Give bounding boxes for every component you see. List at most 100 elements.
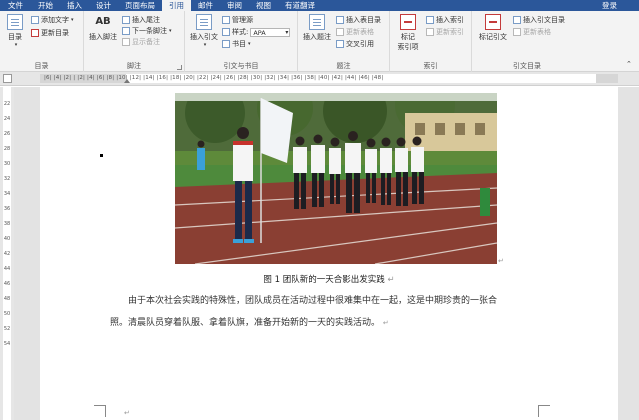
update-figures-table-label: 更新表格 [346,28,374,36]
group-toa: 标记引文 插入引文目录 更新表格 引文目录 [472,11,582,72]
chevron-down-icon: ▾ [14,42,18,48]
vruler-mark: 40 [3,236,11,242]
manage-sources-button[interactable]: 管理源 [222,15,253,25]
figure-caption-text: 图 1 团队新的一天合影出发实践 [263,275,385,285]
insert-citation-button[interactable]: 插入引文 ▾ [188,14,220,48]
toc-button[interactable]: 目录 ▾ [3,14,27,48]
update-toc-icon [31,29,39,37]
style-icon [222,28,230,36]
indent-marker[interactable] [124,79,130,83]
vruler-mark: 44 [3,266,11,272]
ruler-scale: |6| |4| |2| | |2| |4| |6| |8| |10| |12| … [44,75,384,81]
update-toc-button[interactable]: 更新目录 [31,28,69,38]
cross-reference-button[interactable]: 交叉引用 [336,39,374,49]
next-footnote-button[interactable]: 下一条脚注 ▾ [122,26,172,36]
ruler-track[interactable]: |6| |4| |2| | |2| |4| |6| |8| |10| |12| … [40,74,618,83]
caption-icon [309,14,325,30]
tab-mailings[interactable]: 邮件 [191,0,220,11]
insert-toa-icon [513,16,521,24]
bibliography-icon [222,40,230,48]
mark-citation-label: 标记引文 [479,33,507,41]
team-photo-image [175,93,497,264]
update-figures-table-button[interactable]: 更新表格 [336,27,374,37]
footnotes-dialog-launcher[interactable] [177,65,182,70]
tab-selector[interactable] [3,74,12,83]
citation-style-control: 样式: APA [222,27,291,37]
insert-toa-button[interactable]: 插入引文目录 [513,15,565,25]
insert-endnote-button[interactable]: 插入尾注 [122,15,160,25]
chevron-down-icon: ▾ [203,42,207,48]
table-of-figures-icon [336,16,344,24]
group-footnotes: AB 插入脚注 插入尾注 下一条脚注 ▾ 显示备注 脚注 [84,11,185,72]
figure-caption: 图 1 团队新的一天合影出发实践 ↵ [40,273,618,285]
update-index-label: 更新索引 [436,28,464,36]
insert-index-button[interactable]: 插入索引 [426,15,464,25]
insert-table-of-figures-button[interactable]: 插入表目录 [336,15,381,25]
insert-caption-button[interactable]: 插入题注 [301,14,333,42]
mark-entry-label-2: 索引项 [397,43,419,51]
paragraph-line-2: 照。清晨队员穿着队服、拿着队旗，准备开始新的一天的实践活动。 ↵ [110,316,550,331]
update-toa-icon [513,28,521,36]
insert-footnote-button[interactable]: AB 插入脚注 [86,14,120,42]
mark-citation-button[interactable]: 标记引文 [475,14,511,42]
add-text-button[interactable]: 添加文字 ▾ [31,15,74,25]
citation-icon [196,14,212,30]
group-label-footnotes: 脚注 [127,62,141,70]
manage-sources-icon [222,16,230,24]
show-notes-label: 显示备注 [132,38,160,46]
insert-table-of-figures-label: 插入表目录 [346,16,381,24]
next-footnote-label: 下一条脚注 [132,27,167,35]
update-table-icon [336,28,344,36]
add-text-label: 添加文字 [41,16,69,24]
vruler-mark: 32 [3,176,11,182]
bibliography-button[interactable]: 书目 ▾ [222,39,251,49]
vruler-mark: 48 [3,296,11,302]
vruler-mark: 52 [3,326,11,332]
insert-index-label: 插入索引 [436,16,464,24]
bibliography-label: 书目 [232,40,246,48]
vertical-ruler-track[interactable]: 22 24 26 28 30 32 34 36 38 40 42 44 46 4… [3,87,11,420]
signin-link[interactable]: 登录 [595,0,639,11]
mark-entry-button[interactable]: 标记 索引项 [393,14,423,52]
mark-entry-label-1: 标记 [401,33,415,41]
document-page[interactable]: ↵ 图 1 团队新的一天合影出发实践 ↵ 由于本次社会实践的特殊性，团队成员在活… [40,87,618,420]
insert-citation-label: 插入引文 [190,33,218,41]
citation-style-select[interactable]: APA [250,27,291,37]
insert-toa-label: 插入引文目录 [523,16,565,24]
collapse-ribbon-icon[interactable]: ⌃ [626,59,632,69]
tab-references[interactable]: 引用 [162,0,191,11]
paragraph-line-1: 由于本次社会实践的特殊性，团队成员在活动过程中很难集中在一起，这是中期珍贵的一张… [128,296,498,306]
paragraph-line-2-text: 照。清晨队员穿着队服、拿着队旗，准备开始新的一天的实践活动。 [110,318,381,328]
tab-youdao-translate[interactable]: 有道翻译 [278,0,322,11]
chevron-down-icon: ▾ [169,28,172,34]
ribbon-tab-bar: 文件 开始 插入 设计 页面布局 引用 邮件 审阅 视图 有道翻译 登录 [0,0,639,11]
toc-button-label: 目录 [8,33,22,41]
vruler-mark: 46 [3,281,11,287]
tab-home[interactable]: 开始 [31,0,60,11]
insert-endnote-label: 插入尾注 [132,16,160,24]
vruler-mark: 28 [3,146,11,152]
crop-mark [94,405,106,417]
vruler-mark: 50 [3,311,11,317]
insert-index-icon [426,16,434,24]
tab-review[interactable]: 审阅 [220,0,249,11]
show-notes-button[interactable]: 显示备注 [122,37,160,47]
vruler-mark: 22 [3,101,11,107]
update-toa-button[interactable]: 更新表格 [513,27,551,37]
update-index-button[interactable]: 更新索引 [426,27,464,37]
style-label: 样式: [232,28,249,36]
tab-insert[interactable]: 插入 [60,0,89,11]
tab-design[interactable]: 设计 [89,0,118,11]
group-label-citations: 引文与书目 [223,62,259,70]
tab-view[interactable]: 视图 [249,0,278,11]
chevron-down-icon: ▾ [248,41,251,47]
team-photo[interactable] [175,93,497,264]
vruler-mark: 34 [3,191,11,197]
vertical-ruler: 22 24 26 28 30 32 34 36 38 40 42 44 46 4… [0,87,14,420]
tab-layout[interactable]: 页面布局 [118,0,162,11]
group-label-index: 索引 [423,62,438,70]
vruler-mark: 36 [3,206,11,212]
manage-sources-label: 管理源 [232,16,253,24]
tab-file[interactable]: 文件 [0,0,31,11]
vruler-mark: 38 [3,221,11,227]
